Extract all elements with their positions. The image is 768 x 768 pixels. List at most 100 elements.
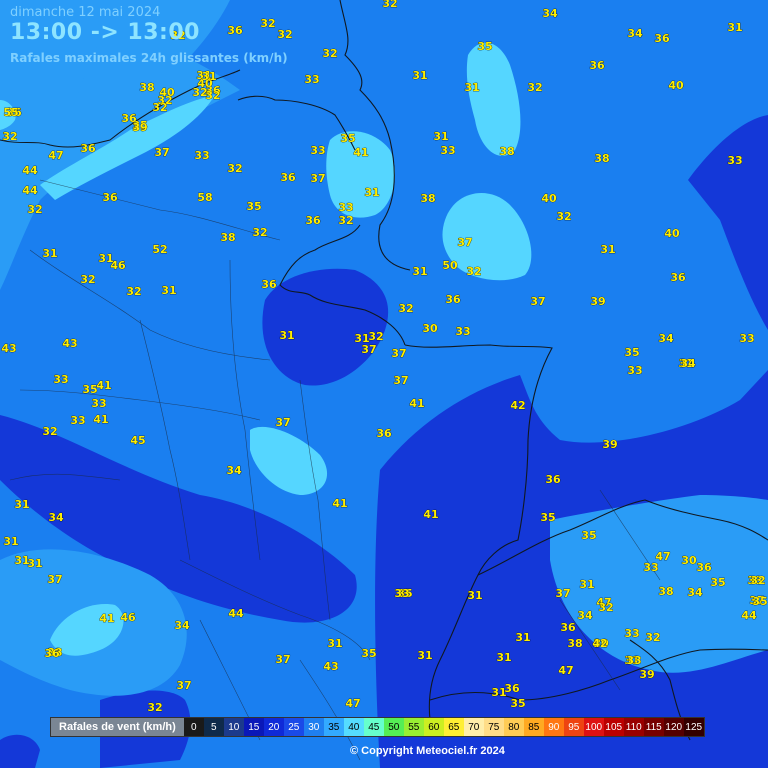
station-value: 32 — [398, 302, 413, 315]
legend-swatch: 85 — [523, 718, 544, 736]
station-value: 36 — [589, 59, 605, 72]
station-value: 36 — [545, 473, 561, 486]
station-value: 36 — [504, 682, 520, 695]
station-value: 32 — [2, 130, 17, 143]
station-value: 50 — [442, 259, 458, 272]
station-value: 36 — [670, 271, 686, 284]
station-value: 34 — [627, 27, 643, 40]
station-value: 41 — [332, 497, 347, 510]
station-value: 33 — [643, 561, 658, 574]
station-value: 31 — [496, 651, 511, 664]
legend-swatch: 125 — [683, 718, 704, 736]
station-value: 43 — [1, 342, 16, 355]
legend-swatch: 105 — [603, 718, 624, 736]
station-value: 31 — [42, 247, 57, 260]
station-value: 38 — [139, 81, 154, 94]
station-value: 38 — [420, 192, 435, 205]
color-legend: Rafales de vent (km/h) 0 5 10 15 20 25 30 35 40 4… — [50, 717, 705, 737]
station-value: 32 — [598, 601, 613, 614]
station-value: 32 — [322, 47, 337, 60]
station-value: 32 — [277, 28, 292, 41]
station-value: 32 — [527, 81, 542, 94]
station-value: 32 — [466, 265, 481, 278]
station-value: 31 — [417, 649, 432, 662]
station-value: 34 — [687, 586, 703, 599]
station-value: 36 — [696, 561, 712, 574]
map-subtitle: Rafales maximales 24h glissantes (km/h) — [10, 51, 288, 65]
station-value: 40 — [541, 192, 557, 205]
legend-swatch: 75 — [483, 718, 504, 736]
station-value: 36 — [305, 214, 321, 227]
legend-swatch: 45 — [363, 718, 384, 736]
legend-swatch: 120 — [663, 718, 684, 736]
station-value: 39 — [602, 438, 617, 451]
station-value: 31 — [327, 637, 342, 650]
station-value: 32 — [152, 101, 167, 114]
legend-swatch: 95 — [563, 718, 584, 736]
station-value: 31 — [201, 70, 216, 83]
station-value: 33 — [626, 654, 641, 667]
station-value: 41 — [99, 612, 114, 625]
station-value: 33 — [727, 154, 742, 167]
station-value: 37 — [555, 587, 570, 600]
map-time-range: 13:00 -> 13:00 — [10, 20, 200, 45]
station-value: 32 — [252, 226, 267, 239]
station-value: 38 — [567, 637, 582, 650]
station-value: 31 — [467, 589, 482, 602]
legend-swatch: 5 — [203, 718, 224, 736]
station-value: 52 — [152, 243, 167, 256]
station-value: 34 — [48, 511, 64, 524]
station-value: 31 — [3, 535, 18, 548]
station-value: 32 — [80, 273, 95, 286]
station-value: 41 — [353, 146, 368, 159]
station-value: 38 — [594, 152, 609, 165]
station-value: 31 — [433, 130, 448, 143]
station-value: 32 — [338, 214, 353, 227]
station-value: 31 — [412, 265, 427, 278]
station-value: 31 — [161, 284, 176, 297]
station-value: 35 — [540, 511, 555, 524]
station-value: 33 — [310, 144, 325, 157]
station-value: 44 — [741, 609, 757, 622]
station-value: 43 — [323, 660, 338, 673]
station-value: 46 — [120, 611, 136, 624]
station-value: 31 — [600, 243, 615, 256]
station-value: 30 — [681, 554, 697, 567]
station-value: 34 — [174, 619, 190, 632]
station-value: 41 — [96, 379, 111, 392]
station-value: 37 — [275, 416, 290, 429]
station-value: 42 — [592, 637, 607, 650]
station-value: 47 — [345, 697, 360, 710]
station-value: 35 — [510, 697, 525, 710]
station-value: 32 — [750, 574, 765, 587]
station-value: 32 — [147, 701, 162, 714]
legend-swatches: 0 5 10 15 20 25 30 35 40 45 50 55 60 65 70 75 80 85 90 95 10… — [183, 718, 704, 736]
copyright: © Copyright Meteociel.fr 2024 — [350, 745, 505, 757]
station-value: 35 — [710, 576, 725, 589]
station-value: 39 — [590, 295, 605, 308]
station-value: 32 — [645, 631, 660, 644]
wind-gust-map: 32 34 36 32 32 34 36 31 32 35 32 31 36 31 32 40 33 36 32 35… — [0, 0, 768, 768]
station-value: 37 — [176, 679, 191, 692]
legend-swatch: 15 — [243, 718, 264, 736]
station-value: 35 — [340, 132, 355, 145]
legend-swatch: 90 — [543, 718, 564, 736]
station-value: 38 — [658, 585, 673, 598]
station-value: 36 — [376, 427, 392, 440]
station-value: 38 — [220, 231, 235, 244]
station-value: 37 — [393, 374, 408, 387]
station-value: 33 — [455, 325, 470, 338]
legend-swatch: 70 — [463, 718, 484, 736]
station-value: 36 — [121, 112, 137, 125]
station-value: 32 — [227, 162, 242, 175]
legend-swatch: 35 — [323, 718, 344, 736]
station-value: 33 — [194, 149, 209, 162]
station-value: 37 — [530, 295, 545, 308]
station-value: 33 — [624, 627, 639, 640]
station-value: 35 — [361, 647, 376, 660]
station-value: 35 — [752, 595, 767, 608]
legend-swatch: 55 — [403, 718, 424, 736]
station-value: 32 — [126, 285, 141, 298]
station-value: 36 — [280, 171, 296, 184]
station-value: 36 — [44, 647, 60, 660]
